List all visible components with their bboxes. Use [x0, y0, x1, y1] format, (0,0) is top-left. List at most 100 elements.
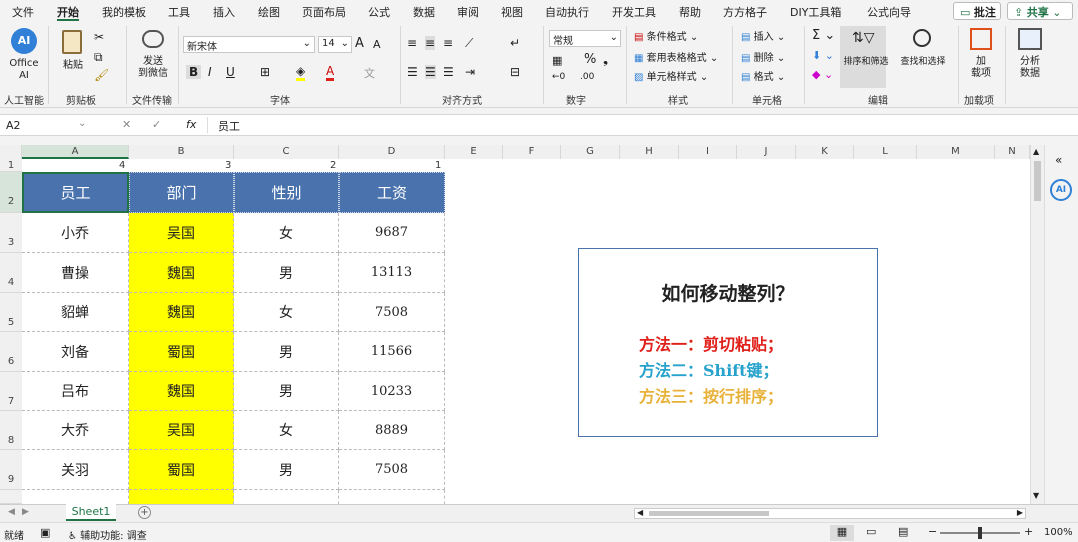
- select-all-corner[interactable]: [0, 145, 22, 159]
- format-painter-icon[interactable]: 🖌: [94, 68, 109, 82]
- column-header[interactable]: B: [129, 145, 234, 159]
- menu-formula-wizard[interactable]: 公式向导: [867, 4, 911, 20]
- table-cell[interactable]: 吕布: [22, 372, 129, 411]
- add-sheet-icon[interactable]: +: [138, 506, 151, 519]
- cut-icon[interactable]: ✂: [94, 30, 104, 44]
- number-format-select[interactable]: 常规 ⌄: [549, 30, 621, 47]
- share-button[interactable]: ⇪ 共享 ⌄: [1007, 2, 1073, 20]
- table-cell[interactable]: 魏国: [129, 372, 234, 411]
- row-header[interactable]: 1: [0, 159, 22, 172]
- row-header[interactable]: 4: [0, 253, 22, 293]
- align-left-icon[interactable]: ☰: [407, 65, 418, 79]
- column-header[interactable]: J: [737, 145, 796, 159]
- table-cell[interactable]: 魏国: [129, 253, 234, 293]
- menu-data[interactable]: 数据: [413, 4, 435, 20]
- column-header[interactable]: E: [445, 145, 503, 159]
- clear-icon[interactable]: ◆ ⌄: [812, 68, 833, 81]
- copy-icon[interactable]: ⧉: [94, 50, 103, 65]
- addins-button[interactable]: 加载项: [964, 26, 998, 88]
- scroll-up-icon[interactable]: ▲: [1033, 147, 1039, 156]
- find-select-button[interactable]: 查找和选择: [895, 26, 951, 88]
- table-cell[interactable]: 小乔: [22, 213, 129, 253]
- font-name-select[interactable]: 新宋体 ⌄: [183, 36, 315, 53]
- macro-record-icon[interactable]: ▣: [40, 526, 50, 539]
- menu-automate[interactable]: 自动执行: [545, 4, 589, 20]
- menu-fangfang[interactable]: 方方格子: [723, 4, 767, 20]
- table-cell[interactable]: 男: [234, 450, 339, 490]
- align-top-icon[interactable]: ≡: [407, 36, 417, 50]
- table-cell[interactable]: 男: [234, 372, 339, 411]
- table-cell[interactable]: 蜀国: [129, 332, 234, 372]
- worksheet[interactable]: 4 3 2 1 员工 部门 性别 工资 小乔 吴国 女 9687 曹操 魏国 男…: [22, 159, 1030, 504]
- table-cell[interactable]: 曹操: [22, 253, 129, 293]
- table-cell[interactable]: 吴国: [129, 213, 234, 253]
- menu-home[interactable]: 开始: [57, 4, 79, 20]
- cell-number[interactable]: 4: [119, 160, 125, 171]
- comments-button[interactable]: ▭ 批注: [953, 2, 1001, 20]
- scroll-right-icon[interactable]: ▶: [1017, 508, 1023, 517]
- formula-input[interactable]: 员工: [218, 118, 240, 134]
- horizontal-scrollbar[interactable]: ◀ ▶: [634, 508, 1026, 519]
- table-cell[interactable]: 女: [234, 213, 339, 253]
- indent-icon[interactable]: ⇥: [465, 65, 475, 79]
- column-header[interactable]: I: [679, 145, 737, 159]
- accessibility-status[interactable]: ♿ 辅助功能: 调查: [68, 527, 147, 542]
- currency-icon[interactable]: ▦: [552, 54, 562, 67]
- orientation-icon[interactable]: ⟋: [465, 36, 473, 51]
- table-cell[interactable]: [339, 490, 445, 504]
- sheet-tab-sheet1[interactable]: Sheet1: [66, 504, 116, 521]
- table-cell[interactable]: 关羽: [22, 450, 129, 490]
- chevron-down-icon[interactable]: ⌄: [78, 118, 86, 129]
- autosum-icon[interactable]: Σ ⌄: [812, 28, 835, 43]
- cell-number[interactable]: 3: [225, 160, 231, 171]
- wrap-text-icon[interactable]: ↵: [510, 36, 520, 50]
- header-cell-department[interactable]: 部门: [129, 172, 234, 213]
- menu-page-layout[interactable]: 页面布局: [302, 4, 346, 20]
- paste-button[interactable]: 粘贴: [58, 28, 88, 84]
- menu-view[interactable]: 视图: [501, 4, 523, 20]
- row-header[interactable]: 2: [0, 172, 22, 213]
- row-header[interactable]: 6: [0, 332, 22, 372]
- table-cell[interactable]: [22, 490, 129, 504]
- normal-view-icon[interactable]: ▦: [830, 525, 854, 541]
- column-header[interactable]: L: [854, 145, 917, 159]
- ai-assistant-icon[interactable]: AI: [1050, 179, 1072, 201]
- column-header[interactable]: G: [561, 145, 620, 159]
- vertical-scrollbar[interactable]: ▲ ▼: [1030, 145, 1044, 505]
- menu-formulas[interactable]: 公式: [368, 4, 390, 20]
- increase-decimal-icon[interactable]: ←0: [552, 72, 565, 82]
- cell-style-button[interactable]: ▨ 单元格样式 ⌄: [634, 68, 708, 83]
- menu-diy-toolbox[interactable]: DIY工具箱: [790, 4, 841, 20]
- table-cell[interactable]: 男: [234, 253, 339, 293]
- decrease-font-icon[interactable]: A: [373, 38, 381, 51]
- table-cell[interactable]: [234, 490, 339, 504]
- table-cell[interactable]: 女: [234, 411, 339, 450]
- zoom-in-icon[interactable]: +: [1024, 525, 1033, 538]
- column-header[interactable]: F: [503, 145, 561, 159]
- collapse-pane-icon[interactable]: «: [1055, 153, 1062, 167]
- table-cell[interactable]: 9687: [339, 213, 445, 253]
- table-cell[interactable]: 8889: [339, 411, 445, 450]
- row-header[interactable]: 7: [0, 372, 22, 411]
- row-header[interactable]: 8: [0, 411, 22, 450]
- cell-number[interactable]: 1: [435, 160, 441, 171]
- row-header[interactable]: [0, 490, 22, 504]
- row-header[interactable]: 9: [0, 450, 22, 490]
- menu-review[interactable]: 审阅: [457, 4, 479, 20]
- menu-help[interactable]: 帮助: [679, 4, 701, 20]
- delete-cells-button[interactable]: ▤ 删除 ⌄: [741, 49, 785, 64]
- border-icon[interactable]: ⊞: [260, 65, 270, 79]
- cell-number[interactable]: 2: [330, 160, 336, 171]
- header-cell-salary[interactable]: 工资: [339, 172, 445, 213]
- zoom-level[interactable]: 100%: [1044, 527, 1073, 538]
- menu-my-templates[interactable]: 我的模板: [102, 4, 146, 20]
- send-to-wechat-button[interactable]: 发送 到微信: [135, 28, 171, 84]
- conditional-format-button[interactable]: ▤ 条件格式 ⌄: [634, 28, 698, 43]
- font-color-icon[interactable]: A: [326, 64, 335, 81]
- table-cell[interactable]: 蜀国: [129, 450, 234, 490]
- next-sheet-icon[interactable]: ▶: [22, 507, 29, 517]
- table-format-button[interactable]: ▦ 套用表格格式 ⌄: [634, 49, 718, 64]
- zoom-out-icon[interactable]: −: [928, 525, 937, 538]
- phonetic-icon[interactable]: 文: [364, 65, 375, 81]
- table-cell[interactable]: 大乔: [22, 411, 129, 450]
